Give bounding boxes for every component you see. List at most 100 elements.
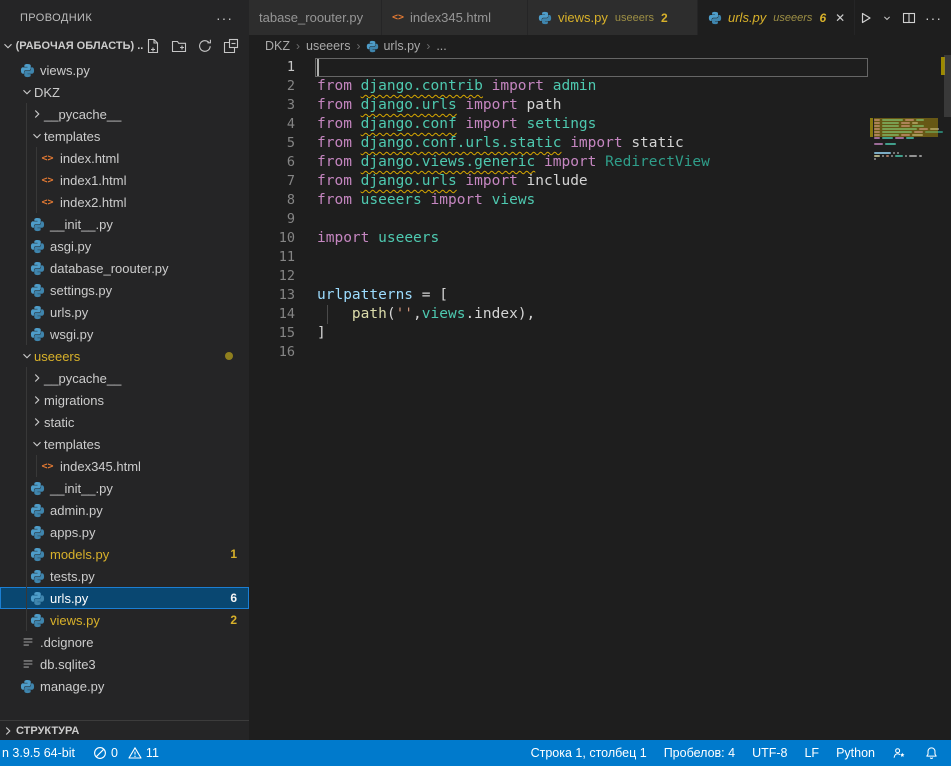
code-editor[interactable]: 12345678910111213141516 from django.cont… [249,57,951,740]
tree-file-database-roouter-py[interactable]: database_roouter.py [0,257,249,279]
tree-item-label: templates [44,129,100,144]
python-interpreter-status[interactable]: n 3.9.5 64-bit [2,746,75,760]
tree-file-index2-html[interactable]: <>index2.html [0,191,249,213]
close-icon[interactable]: ✕ [835,12,845,24]
tree-folder--pycache-[interactable]: __pycache__ [0,367,249,389]
code-line-14[interactable]: path('',views.index), [317,305,870,324]
tree-file-urls-py[interactable]: urls.py [0,301,249,323]
feedback-icon[interactable] [892,746,907,761]
tree-folder-useeers[interactable]: useeers [0,345,249,367]
tree-folder-templates[interactable]: templates [0,433,249,455]
tree-file-manage-py[interactable]: manage.py [0,675,249,697]
tree-file-views-py[interactable]: views.py2 [0,609,249,631]
tab-urls-py[interactable]: urls.pyuseeers6✕ [698,0,855,35]
language-mode-status[interactable]: Python [836,746,875,760]
tree-file-tests-py[interactable]: tests.py [0,565,249,587]
python-file-icon [30,525,45,540]
notifications-bell-icon[interactable] [924,746,939,761]
tab-label: index345.html [410,10,491,25]
run-dropdown-icon[interactable] [879,6,895,30]
tree-file-index345-html[interactable]: <>index345.html [0,455,249,477]
tree-file-urls-py[interactable]: urls.py6 [0,587,249,609]
indentation-status[interactable]: Пробелов: 4 [664,746,735,760]
python-file-icon [366,40,379,53]
tab-tabase-roouter-py[interactable]: tabase_roouter.py [249,0,382,35]
outline-section-header[interactable]: СТРУКТУРА [0,720,249,740]
code-line-2[interactable]: from django.contrib import admin [317,77,870,96]
cursor-position-status[interactable]: Строка 1, столбец 1 [531,746,647,760]
breadcrumb-item-useeers[interactable]: useeers [306,39,350,53]
tree-file-models-py[interactable]: models.py1 [0,543,249,565]
code-line-7[interactable]: from django.urls import include [317,172,870,191]
minimap[interactable] [870,114,940,334]
workspace-section-header[interactable]: (РАБОЧАЯ ОБЛАСТЬ) ... [0,35,249,57]
tree-folder-migrations[interactable]: migrations [0,389,249,411]
tab-index345-html[interactable]: <>index345.html [382,0,528,35]
tab-views-py[interactable]: views.pyuseeers2 [528,0,698,35]
tree-item-label: useeers [34,349,80,364]
code-line-5[interactable]: from django.conf.urls.static import stat… [317,134,870,153]
breadcrumb-separator: › [426,39,430,53]
tree-file--dcignore[interactable]: .dcignore [0,631,249,653]
code-line-9[interactable] [317,210,870,229]
tree-folder--pycache-[interactable]: __pycache__ [0,103,249,125]
tab-bar: tabase_roouter.py<>index345.htmlviews.py… [249,0,951,35]
problems-badge: 1 [230,547,237,561]
tree-file-db-sqlite3[interactable]: db.sqlite3 [0,653,249,675]
code-line-12[interactable] [317,267,870,286]
tree-file-index-html[interactable]: <>index.html [0,147,249,169]
tree-folder-dkz[interactable]: DKZ [0,81,249,103]
tree-folder-static[interactable]: static [0,411,249,433]
tree-file-settings-py[interactable]: settings.py [0,279,249,301]
editor-more-actions-icon[interactable]: ··· [923,6,944,30]
encoding-status[interactable]: UTF-8 [752,746,787,760]
problems-status[interactable]: 0 11 [93,746,159,760]
breadcrumb-item-urls-py[interactable]: urls.py [366,39,420,53]
tree-folder-templates[interactable]: templates [0,125,249,147]
line-number-gutter[interactable]: 12345678910111213141516 [249,58,295,362]
refresh-icon[interactable] [195,36,215,56]
tree-file-index1-html[interactable]: <>index1.html [0,169,249,191]
breadcrumb-item-dkz[interactable]: DKZ [265,39,290,53]
tree-item-label: templates [44,437,100,452]
tree-item-label: wsgi.py [50,327,93,342]
warning-icon [128,746,142,760]
python-file-icon [538,11,552,25]
tree-file-wsgi-py[interactable]: wsgi.py [0,323,249,345]
code-line-4[interactable]: from django.conf import settings [317,115,870,134]
breadcrumb-item--[interactable]: ... [436,39,446,53]
file-tree: views.py DKZ __pycache__ templates <>index.h… [0,59,249,697]
code-line-16[interactable] [317,343,870,362]
tree-file-admin-py[interactable]: admin.py [0,499,249,521]
tree-file-views-py[interactable]: views.py [0,59,249,81]
scrollbar-slider[interactable] [944,55,951,117]
explorer-title: ПРОВОДНИК [20,12,92,24]
tree-file--init-py[interactable]: __init__.py [0,477,249,499]
explorer-more-icon[interactable]: ··· [216,13,233,23]
code-line-11[interactable] [317,248,870,267]
python-file-icon [30,481,45,496]
tree-file--init-py[interactable]: __init__.py [0,213,249,235]
chevron-right-icon [30,107,44,121]
new-file-icon[interactable] [143,36,163,56]
overview-ruler[interactable] [940,55,951,740]
tab-label: views.py [558,10,608,25]
split-editor-icon[interactable] [899,6,919,30]
tree-file-apps-py[interactable]: apps.py [0,521,249,543]
tree-item-label: admin.py [50,503,103,518]
code-line-6[interactable]: from django.views.generic import Redirec… [317,153,870,172]
code-line-15[interactable]: ] [317,324,870,343]
new-folder-icon[interactable] [169,36,189,56]
eol-status[interactable]: LF [804,746,819,760]
code-line-10[interactable]: import useeers [317,229,870,248]
chevron-right-icon [30,415,44,429]
code-line-3[interactable]: from django.urls import path [317,96,870,115]
run-button[interactable] [855,6,875,30]
code-pane[interactable]: from django.contrib import adminfrom dja… [317,58,870,362]
code-line-13[interactable]: urlpatterns = [ [317,286,870,305]
code-line-8[interactable]: from useeers import views [317,191,870,210]
collapse-all-icon[interactable] [221,36,241,56]
code-line-1[interactable] [317,58,870,77]
tree-file-asgi-py[interactable]: asgi.py [0,235,249,257]
tree-item-label: DKZ [34,85,60,100]
